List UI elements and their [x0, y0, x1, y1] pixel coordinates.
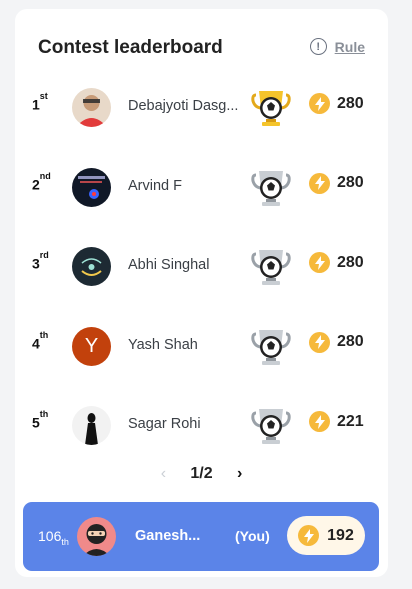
page-indicator: 1/2	[190, 465, 213, 482]
points-display: 280	[309, 331, 364, 353]
leaderboard-card: Contest leaderboard ! Rule 1st Debajyoti…	[15, 9, 388, 577]
avatar-letter: Y	[84, 334, 99, 357]
rank-label: 5th	[32, 409, 49, 431]
points-display: 280	[309, 252, 364, 273]
rule-label[interactable]: Rule	[335, 39, 365, 55]
silver-trophy-icon	[250, 325, 292, 367]
avatar	[72, 247, 111, 286]
pagination: ‹ 1/2 ›	[15, 461, 388, 487]
rank-label: 3rd	[32, 250, 49, 272]
leaderboard-row: 2nd Arvind F 280	[15, 146, 388, 226]
player-name: Sagar Rohi	[128, 416, 201, 432]
lightning-icon	[309, 172, 330, 194]
current-user-row: 106th Ganesh... (You) 192	[23, 502, 379, 571]
rank-label: 4th	[32, 329, 49, 352]
lightning-icon	[309, 411, 330, 432]
points-value: 280	[337, 333, 364, 350]
points-value: 280	[337, 174, 364, 191]
rank-label: 1st	[32, 91, 48, 113]
points-value: 221	[337, 412, 364, 430]
avatar	[72, 167, 111, 207]
leaderboard-row: 5th Sagar Rohi 221	[15, 384, 388, 464]
player-name: Debajyoti Dasg...	[128, 98, 239, 114]
lightning-icon	[309, 93, 330, 114]
current-user-avatar	[77, 517, 116, 556]
silver-trophy-icon	[250, 245, 292, 287]
avatar: Y	[72, 326, 111, 366]
player-name: Yash Shah	[128, 336, 198, 353]
gold-trophy-icon	[250, 86, 292, 128]
leaderboard-row: 4th Y Yash Shah 280	[15, 305, 388, 385]
points-display: 280	[309, 93, 364, 114]
lightning-icon	[309, 252, 330, 273]
info-icon: !	[309, 38, 327, 55]
leaderboard-list: 1st Debajyoti Dasg... 280 2nd Arvind F 2…	[15, 66, 388, 464]
rank-label: 2nd	[32, 170, 51, 193]
leaderboard-row: 3rd Abhi Singhal 280	[15, 225, 388, 305]
avatar	[72, 88, 111, 127]
points-value: 280	[337, 253, 364, 271]
avatar	[72, 406, 111, 445]
points-display: 280	[309, 172, 364, 194]
prev-page-button[interactable]: ‹	[156, 465, 170, 483]
leaderboard-title: Contest leaderboard	[38, 37, 223, 58]
silver-trophy-icon	[250, 404, 292, 446]
points-display: 221	[309, 411, 364, 432]
player-name: Abhi Singhal	[128, 257, 210, 273]
leaderboard-row: 1st Debajyoti Dasg... 280	[15, 66, 388, 146]
current-user-points-value: 192	[327, 526, 354, 544]
rule-link[interactable]: ! Rule	[309, 38, 365, 55]
silver-trophy-icon	[250, 166, 292, 208]
next-page-button[interactable]: ›	[233, 465, 247, 483]
current-user-points: 192	[287, 516, 365, 555]
lightning-icon	[298, 525, 320, 546]
points-value: 280	[337, 94, 364, 112]
player-name: Arvind F	[128, 177, 182, 194]
current-user-name: Ganesh...	[135, 528, 201, 544]
lightning-icon	[309, 331, 330, 353]
current-user-rank: 106th	[38, 528, 69, 547]
you-tag: (You)	[235, 528, 270, 544]
